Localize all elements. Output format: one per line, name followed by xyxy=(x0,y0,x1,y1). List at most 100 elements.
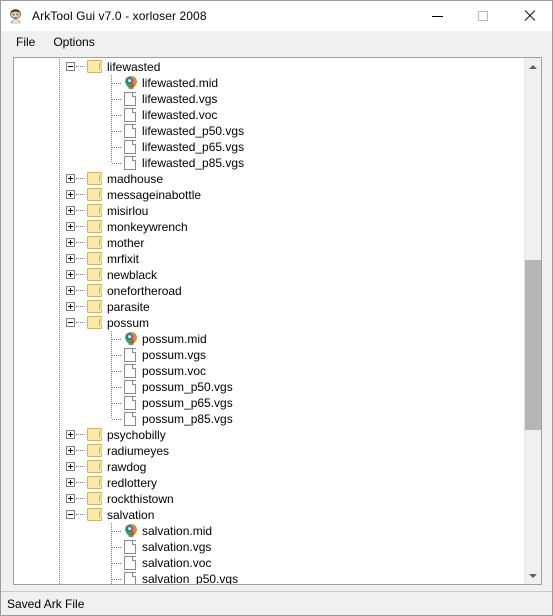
expander-plus-icon[interactable] xyxy=(66,446,75,455)
media-file-icon xyxy=(123,75,139,91)
tree-row[interactable]: madhouse xyxy=(14,171,524,187)
tree-row[interactable]: salvation.mid xyxy=(14,523,524,539)
scroll-up-button[interactable] xyxy=(525,58,541,75)
tree-row[interactable]: rockthistown xyxy=(14,491,524,507)
tree-row[interactable]: salvation_p50.vgs xyxy=(14,571,524,584)
tree-row[interactable]: onefortheroad xyxy=(14,283,524,299)
tree-row[interactable]: possum_p85.vgs xyxy=(14,411,524,427)
minimize-button[interactable] xyxy=(414,1,460,31)
scrollbar-thumb[interactable] xyxy=(525,260,541,430)
expander-plus-icon[interactable] xyxy=(66,206,75,215)
tree-row[interactable]: lifewasted.voc xyxy=(14,107,524,123)
tree-row[interactable]: salvation.vgs xyxy=(14,539,524,555)
tree-guide-line xyxy=(59,331,60,347)
client-area: lifewasted lifewasted.mid lifewasted.vgs li… xyxy=(1,53,552,615)
tree-row[interactable]: possum.voc xyxy=(14,363,524,379)
blank-file-icon xyxy=(124,107,137,123)
expander-plus-icon[interactable] xyxy=(66,174,75,183)
menu-bar: File Options xyxy=(1,31,552,53)
folder-icon xyxy=(87,188,102,201)
minimize-icon xyxy=(431,15,443,17)
tree-row[interactable]: possum_p65.vgs xyxy=(14,395,524,411)
tree-row-label: possum_p65.vgs xyxy=(142,396,233,410)
expander-plus-icon[interactable] xyxy=(66,302,75,311)
tree-row[interactable]: possum xyxy=(14,315,524,331)
maximize-button[interactable] xyxy=(460,1,506,31)
tree-guide-line xyxy=(59,379,60,395)
tree-row-label: mrfixit xyxy=(107,252,139,266)
app-window: ArkTool Gui v7.0 - xorloser 2008 File Op… xyxy=(0,0,553,616)
blank-file-icon xyxy=(124,155,137,171)
expander-plus-icon[interactable] xyxy=(66,430,75,439)
tree-row-label: lifewasted.vgs xyxy=(142,92,218,106)
menu-file[interactable]: File xyxy=(7,32,44,53)
tree-row-label: monkeywrench xyxy=(107,220,188,234)
close-button[interactable] xyxy=(506,1,552,31)
tree-guide-line xyxy=(59,363,60,379)
tree-row[interactable]: possum.mid xyxy=(14,331,524,347)
expander-minus-icon[interactable] xyxy=(66,318,75,327)
expander-minus-icon[interactable] xyxy=(66,62,75,71)
tree-row[interactable]: salvation xyxy=(14,507,524,523)
expander-plus-icon[interactable] xyxy=(66,238,75,247)
tree-connector xyxy=(76,210,86,211)
tree-guide-line xyxy=(59,555,60,571)
person-face-icon xyxy=(8,8,24,24)
tree-guide-line xyxy=(59,459,60,475)
tree-row-label: onefortheroad xyxy=(107,284,182,298)
expander-plus-icon[interactable] xyxy=(66,254,75,263)
tree-row[interactable]: possum.vgs xyxy=(14,347,524,363)
tree-row[interactable]: lifewasted.mid xyxy=(14,75,524,91)
tree-row-label: psychobilly xyxy=(107,428,166,442)
tree-row[interactable]: parasite xyxy=(14,299,524,315)
close-icon xyxy=(523,10,535,22)
tree-guide-line xyxy=(111,411,112,419)
tree-vertical-scrollbar[interactable] xyxy=(524,58,541,584)
tree-row[interactable]: possum_p50.vgs xyxy=(14,379,524,395)
tree-connector xyxy=(112,563,122,564)
folder-icon xyxy=(87,268,102,281)
folder-icon xyxy=(87,204,102,217)
tree-row[interactable]: psychobilly xyxy=(14,427,524,443)
scroll-down-button[interactable] xyxy=(525,567,541,584)
folder-icon xyxy=(87,508,102,521)
tree-row[interactable]: misirlou xyxy=(14,203,524,219)
expander-plus-icon[interactable] xyxy=(66,462,75,471)
expander-plus-icon[interactable] xyxy=(66,286,75,295)
expander-plus-icon[interactable] xyxy=(66,222,75,231)
tree-guide-line xyxy=(59,299,60,315)
tree-row[interactable]: newblack xyxy=(14,267,524,283)
folder-icon xyxy=(87,476,102,489)
tree-row[interactable]: redlottery xyxy=(14,475,524,491)
archive-tree-panel: lifewasted lifewasted.mid lifewasted.vgs li… xyxy=(13,57,542,585)
expander-minus-icon[interactable] xyxy=(66,510,75,519)
expander-plus-icon[interactable] xyxy=(66,190,75,199)
expander-plus-icon[interactable] xyxy=(66,478,75,487)
tree-row-label: salvation xyxy=(107,508,155,522)
tree-row[interactable]: lifewasted_p50.vgs xyxy=(14,123,524,139)
tree-row[interactable]: mother xyxy=(14,235,524,251)
tree-connector xyxy=(76,498,86,499)
tree-row[interactable]: salvation.voc xyxy=(14,555,524,571)
expander-plus-icon[interactable] xyxy=(66,270,75,279)
tree-connector xyxy=(76,466,86,467)
tree-row[interactable]: mrfixit xyxy=(14,251,524,267)
tree-guide-line xyxy=(111,155,112,163)
tree-connector xyxy=(76,274,86,275)
tree-row[interactable]: lifewasted_p85.vgs xyxy=(14,155,524,171)
tree-row[interactable]: monkeywrench xyxy=(14,219,524,235)
tree-row[interactable]: lifewasted_p65.vgs xyxy=(14,139,524,155)
tree-row[interactable]: radiumeyes xyxy=(14,443,524,459)
folder-icon xyxy=(87,220,102,233)
tree-guide-line xyxy=(59,315,60,331)
tree-row[interactable]: messageinabottle xyxy=(14,187,524,203)
tree-connector xyxy=(76,434,86,435)
tree-row[interactable]: lifewasted.vgs xyxy=(14,91,524,107)
tree-guide-line xyxy=(59,539,60,555)
expander-plus-icon[interactable] xyxy=(66,494,75,503)
menu-options[interactable]: Options xyxy=(44,32,103,53)
tree-row[interactable]: lifewasted xyxy=(14,59,524,75)
blank-file-icon xyxy=(124,363,137,379)
tree-connector xyxy=(112,387,122,388)
tree-row[interactable]: rawdog xyxy=(14,459,524,475)
